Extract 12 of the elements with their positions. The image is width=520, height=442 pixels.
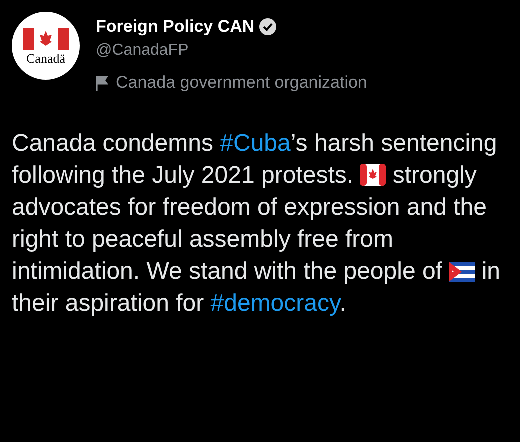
canada-flag-icon bbox=[360, 164, 386, 186]
author-handle[interactable]: @CanadaFP bbox=[96, 40, 368, 62]
avatar[interactable]: Canadä bbox=[12, 12, 80, 80]
tweet-text: Canada condemns #Cuba’s harsh sentencing following the July 2021 protests. strongly advocates for freedom of expression and the right to peaceful assembly free from intimidation. We stand with the people of in their aspiration for #democracy. bbox=[12, 129, 502, 319]
hashtag-link[interactable]: #Cuba bbox=[220, 130, 291, 157]
author-name[interactable]: Foreign Policy CAN bbox=[96, 16, 255, 38]
account-label: Canada government organization bbox=[116, 72, 368, 94]
wordmark: Canadä bbox=[26, 52, 66, 64]
flag-icon bbox=[96, 76, 108, 90]
hashtag-link[interactable]: #democracy bbox=[210, 290, 340, 317]
cuba-flag-icon bbox=[449, 262, 476, 282]
maple-flag-icon bbox=[23, 28, 69, 50]
